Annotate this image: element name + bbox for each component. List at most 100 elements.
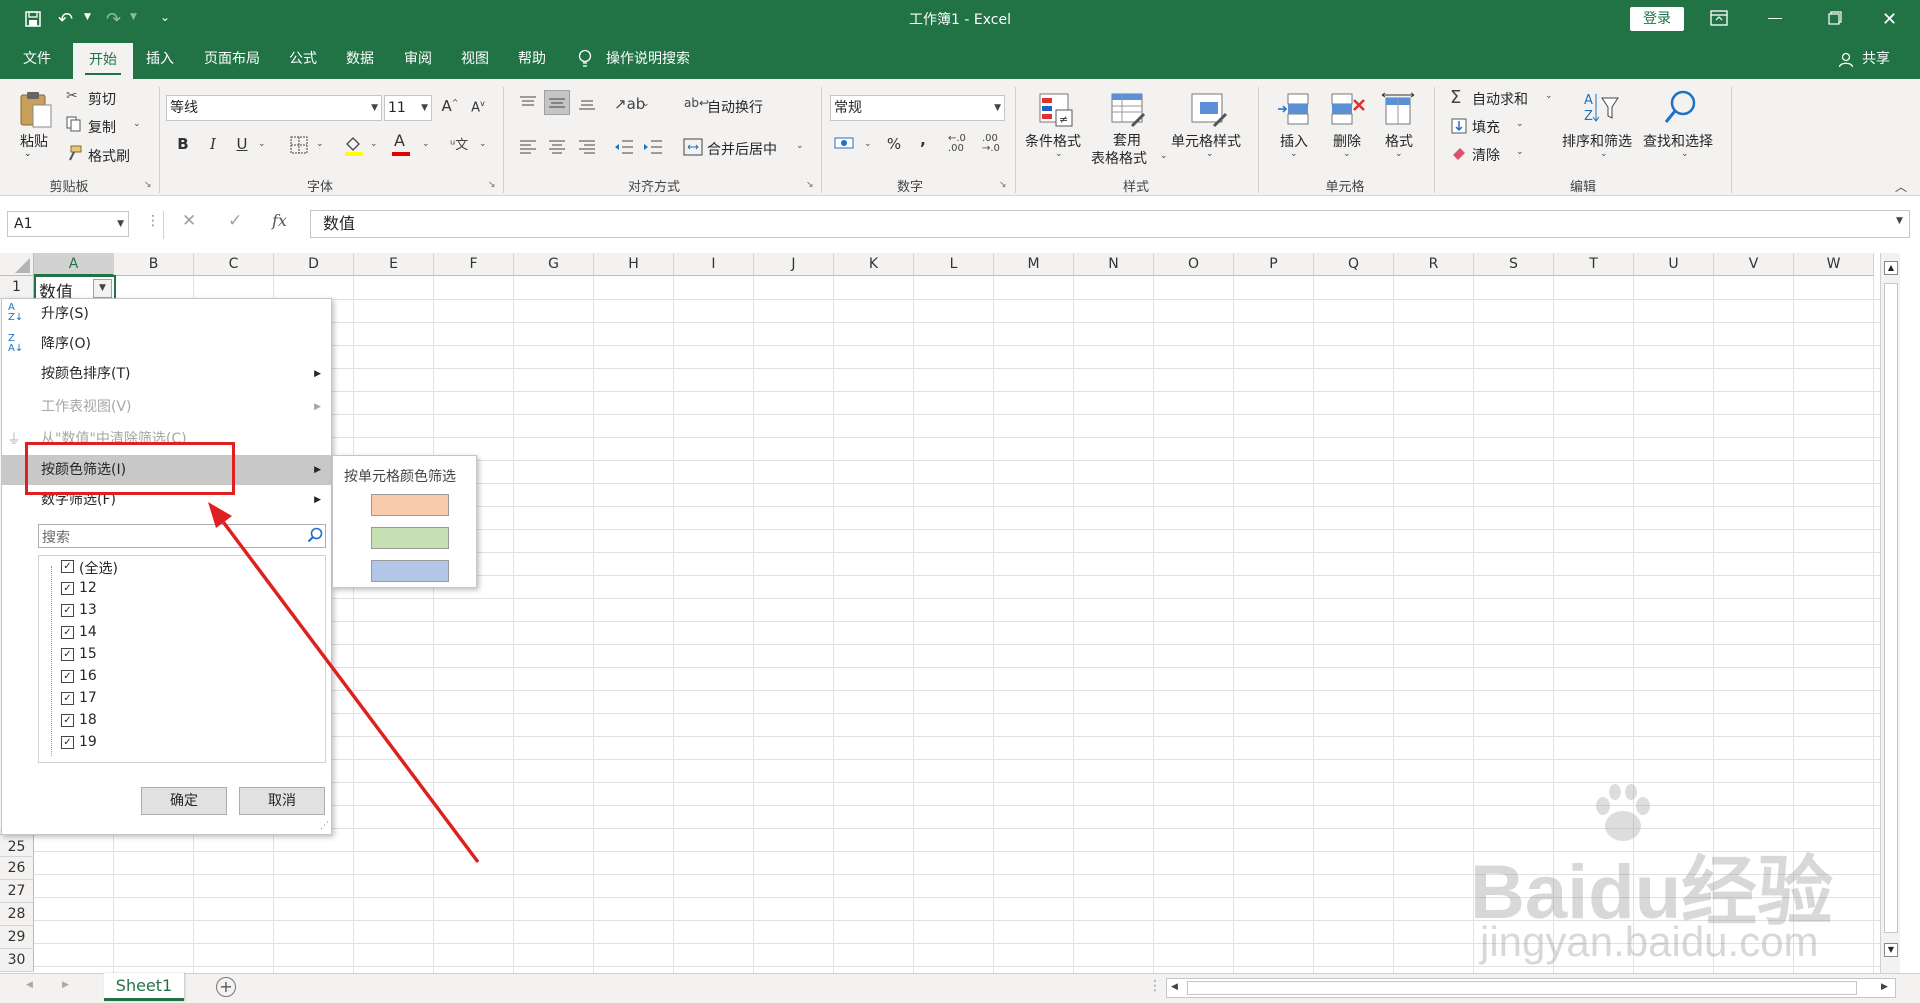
color-swatch-blue[interactable]: [371, 560, 449, 582]
format-as-table-line1[interactable]: 套用: [1113, 130, 1141, 150]
undo-dropdown-icon[interactable]: ▼: [84, 12, 91, 22]
column-header-j[interactable]: J: [754, 253, 834, 276]
format-painter-button[interactable]: 格式刷: [88, 146, 130, 166]
copy-dropdown-icon[interactable]: ⌄: [133, 119, 141, 129]
column-header-n[interactable]: N: [1074, 253, 1154, 276]
clipboard-launcher-icon[interactable]: ↘: [144, 180, 152, 190]
font-name-combo[interactable]: 等线 ▼: [166, 95, 382, 121]
wrap-text-icon[interactable]: ab↩: [684, 96, 709, 110]
accounting-dropdown-icon[interactable]: ⌄: [864, 139, 872, 149]
sort-filter-icon[interactable]: AZ: [1584, 90, 1620, 126]
column-header-c[interactable]: C: [194, 253, 274, 276]
accounting-format-icon[interactable]: [834, 135, 856, 153]
number-format-combo[interactable]: 常规 ▼: [830, 95, 1005, 121]
align-left-icon[interactable]: [519, 140, 537, 154]
horizontal-scrollbar[interactable]: ◀ ▶: [1166, 978, 1896, 998]
orientation-dropdown-icon[interactable]: ⌄: [642, 99, 650, 109]
ribbon-display-icon[interactable]: [1710, 10, 1728, 26]
checkbox-checked-icon[interactable]: ✓: [61, 560, 74, 573]
checkbox-checked-icon[interactable]: ✓: [61, 692, 74, 705]
row-header-1[interactable]: 1: [0, 276, 34, 299]
tell-me-search[interactable]: 操作说明搜索: [606, 39, 710, 79]
conditional-dropdown-icon[interactable]: ⌄: [1055, 149, 1063, 159]
column-header-m[interactable]: M: [994, 253, 1074, 276]
menu-filter-by-color[interactable]: 按颜色筛选(I) ▶: [2, 455, 331, 485]
format-cells-button[interactable]: 格式: [1385, 131, 1413, 151]
name-box[interactable]: A1 ▼: [7, 211, 129, 237]
cut-button[interactable]: 剪切: [88, 89, 116, 109]
scroll-right-icon[interactable]: ▶: [1881, 982, 1888, 992]
number-launcher-icon[interactable]: ↘: [999, 180, 1007, 190]
tab-formulas[interactable]: 公式: [280, 39, 326, 79]
color-swatch-green[interactable]: [371, 527, 449, 549]
scroll-thumb[interactable]: [1884, 283, 1898, 933]
fill-color-dropdown-icon[interactable]: ⌄: [370, 139, 378, 149]
expand-formula-icon[interactable]: ▼: [1896, 216, 1903, 226]
column-header-i[interactable]: I: [674, 253, 754, 276]
column-header-q[interactable]: Q: [1314, 253, 1394, 276]
cell-styles-dropdown-icon[interactable]: ⌄: [1206, 149, 1214, 159]
alignment-launcher-icon[interactable]: ↘: [806, 180, 814, 190]
collapse-ribbon-icon[interactable]: ︿: [1895, 178, 1907, 195]
checkbox-checked-icon[interactable]: ✓: [61, 736, 74, 749]
fill-dropdown-icon[interactable]: ⌄: [1516, 119, 1524, 129]
cell-styles-button[interactable]: 单元格样式: [1171, 131, 1241, 151]
column-header-p[interactable]: P: [1234, 253, 1314, 276]
find-select-button[interactable]: 查找和选择: [1643, 131, 1713, 151]
sort-filter-dropdown-icon[interactable]: ⌄: [1600, 149, 1608, 159]
insert-cells-button[interactable]: 插入: [1280, 131, 1308, 151]
tab-insert[interactable]: 插入: [136, 39, 184, 79]
menu-number-filters[interactable]: 数字筛选(F) ▶: [2, 485, 331, 515]
list-item[interactable]: ✓ 17: [39, 688, 325, 710]
checkbox-checked-icon[interactable]: ✓: [61, 604, 74, 617]
filter-dropdown-button[interactable]: ▼: [93, 279, 112, 298]
decrease-decimal-icon[interactable]: .00 →.0: [982, 134, 1000, 154]
paste-button[interactable]: 粘贴: [20, 131, 48, 151]
redo-icon[interactable]: ↷: [106, 9, 121, 30]
font-color-dropdown-icon[interactable]: ⌄: [422, 139, 430, 149]
checkbox-checked-icon[interactable]: ✓: [61, 626, 74, 639]
italic-button[interactable]: I: [205, 135, 221, 153]
conditional-format-icon[interactable]: ≠: [1038, 92, 1074, 128]
minimize-icon[interactable]: [1768, 18, 1782, 19]
cut-icon[interactable]: ✂: [66, 88, 78, 104]
formula-input[interactable]: 数值: [310, 210, 1910, 238]
clear-dropdown-icon[interactable]: ⌄: [1516, 147, 1524, 157]
find-select-dropdown-icon[interactable]: ⌄: [1681, 149, 1689, 159]
list-item[interactable]: ✓ 19: [39, 732, 325, 754]
format-as-table-line2[interactable]: 表格格式: [1091, 148, 1147, 168]
tab-review[interactable]: 审阅: [394, 39, 442, 79]
delete-cells-button[interactable]: 删除: [1333, 131, 1361, 151]
resize-grip-icon[interactable]: ⋰: [320, 821, 329, 831]
tab-file[interactable]: 文件: [12, 39, 62, 79]
column-header-l[interactable]: L: [914, 253, 994, 276]
insert-function-button[interactable]: fx: [272, 211, 287, 230]
row-header-27[interactable]: 27: [0, 880, 34, 903]
column-header-b[interactable]: B: [114, 253, 194, 276]
scroll-up-icon[interactable]: ▲: [1884, 261, 1898, 275]
column-header-v[interactable]: V: [1714, 253, 1794, 276]
list-item[interactable]: ✓ 14: [39, 622, 325, 644]
increase-indent-icon[interactable]: [643, 139, 663, 155]
align-middle-button[interactable]: [544, 90, 570, 115]
align-center-icon[interactable]: [548, 140, 566, 154]
column-header-g[interactable]: G: [514, 253, 594, 276]
paste-dropdown-icon[interactable]: ⌄: [24, 149, 32, 159]
prev-sheet-icon[interactable]: ◀: [26, 980, 33, 990]
fill-color-icon[interactable]: [343, 134, 365, 156]
checkbox-checked-icon[interactable]: ✓: [61, 648, 74, 661]
phonetic-dropdown-icon[interactable]: ⌄: [479, 139, 487, 149]
merge-dropdown-icon[interactable]: ⌄: [796, 141, 804, 151]
paste-icon[interactable]: [18, 89, 54, 129]
fill-button[interactable]: 填充: [1472, 117, 1500, 137]
tab-help[interactable]: 帮助: [508, 39, 556, 79]
h-scroll-thumb[interactable]: [1187, 981, 1857, 995]
menu-sort-descending[interactable]: 降序(O): [2, 329, 331, 359]
tab-page-layout[interactable]: 页面布局: [194, 39, 270, 79]
align-bottom-icon[interactable]: [578, 96, 596, 110]
row-header-30[interactable]: 30: [0, 949, 34, 972]
sort-filter-button[interactable]: 排序和筛选: [1562, 131, 1632, 151]
decrease-indent-icon[interactable]: [614, 139, 634, 155]
copy-icon[interactable]: [66, 116, 82, 132]
increase-font-icon[interactable]: A^: [440, 97, 460, 115]
